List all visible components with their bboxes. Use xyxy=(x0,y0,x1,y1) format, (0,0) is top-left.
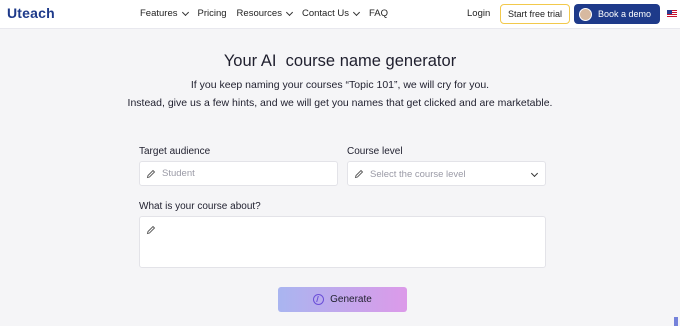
nav-item-label: Pricing xyxy=(197,8,227,19)
pencil-icon xyxy=(146,225,156,235)
chevron-down-icon xyxy=(530,169,539,178)
nav-menu: Features Pricing Resources Contact Us FA… xyxy=(140,8,398,19)
nav-item-faq[interactable]: FAQ xyxy=(369,8,388,19)
course-level-label: Course level xyxy=(347,146,403,157)
login-link[interactable]: Login xyxy=(467,8,490,19)
pencil-icon xyxy=(354,169,364,179)
nav-item-label: Contact Us xyxy=(301,8,349,19)
course-level-placeholder: Select the course level xyxy=(370,169,466,180)
page-subtitle-line2: Instead, give us a few hints, and we wil… xyxy=(127,97,553,109)
brand-logo[interactable]: Uteach xyxy=(7,5,55,21)
nav-item-pricing[interactable]: Pricing xyxy=(198,8,227,19)
page-subtitle-line1: If you keep naming your courses “Topic 1… xyxy=(190,79,490,91)
generate-icon xyxy=(313,294,325,305)
nav-item-resources[interactable]: Resources xyxy=(236,8,294,19)
top-navbar: Uteach Features Pricing Resources Contac… xyxy=(0,0,680,29)
generate-button[interactable]: Generate xyxy=(278,287,407,312)
course-level-select[interactable]: Select the course level xyxy=(347,161,546,186)
us-flag-icon[interactable] xyxy=(667,10,677,17)
target-audience-field xyxy=(139,161,338,186)
book-demo-label: Book a demo xyxy=(598,9,652,19)
nav-item-features[interactable]: Features xyxy=(140,8,189,19)
course-about-field[interactable] xyxy=(139,216,546,268)
generate-label: Generate xyxy=(330,294,372,305)
nav-item-contact[interactable]: Contact Us xyxy=(301,8,361,19)
target-audience-input[interactable] xyxy=(162,162,312,185)
page-title: Your AI course name generator xyxy=(223,52,457,70)
book-demo-button[interactable]: Book a demo xyxy=(574,4,660,24)
start-free-trial-button[interactable]: Start free trial xyxy=(500,4,570,24)
start-free-trial-label: Start free trial xyxy=(507,9,563,19)
nav-item-label: Resources xyxy=(236,8,282,19)
nav-item-label: Features xyxy=(140,8,178,19)
chevron-down-icon xyxy=(181,8,189,16)
chevron-down-icon xyxy=(352,8,361,16)
avatar xyxy=(579,7,592,21)
drag-handle-icon[interactable] xyxy=(674,317,678,326)
chevron-down-icon xyxy=(285,8,294,16)
pencil-icon xyxy=(146,169,156,179)
course-about-label: What is your course about? xyxy=(139,201,261,212)
target-audience-label: Target audience xyxy=(139,146,211,157)
nav-item-label: FAQ xyxy=(368,8,388,19)
